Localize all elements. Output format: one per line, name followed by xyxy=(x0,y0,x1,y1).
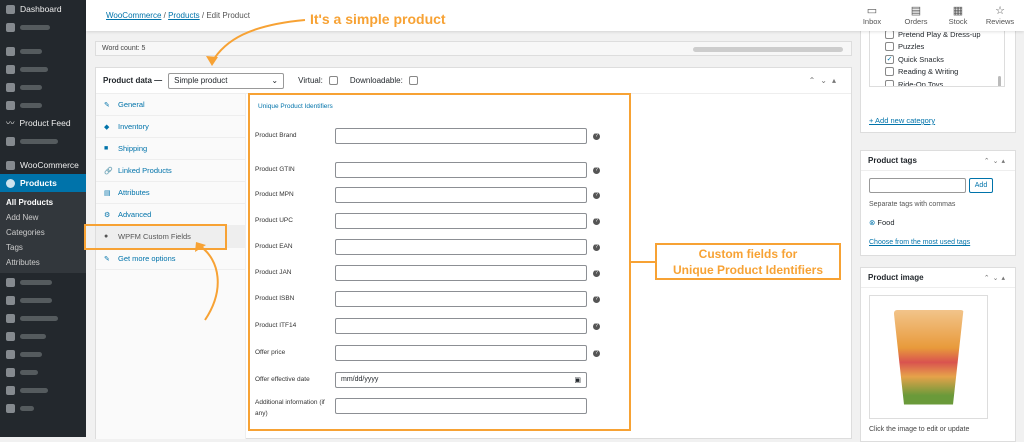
annotation-arrows xyxy=(195,19,655,321)
